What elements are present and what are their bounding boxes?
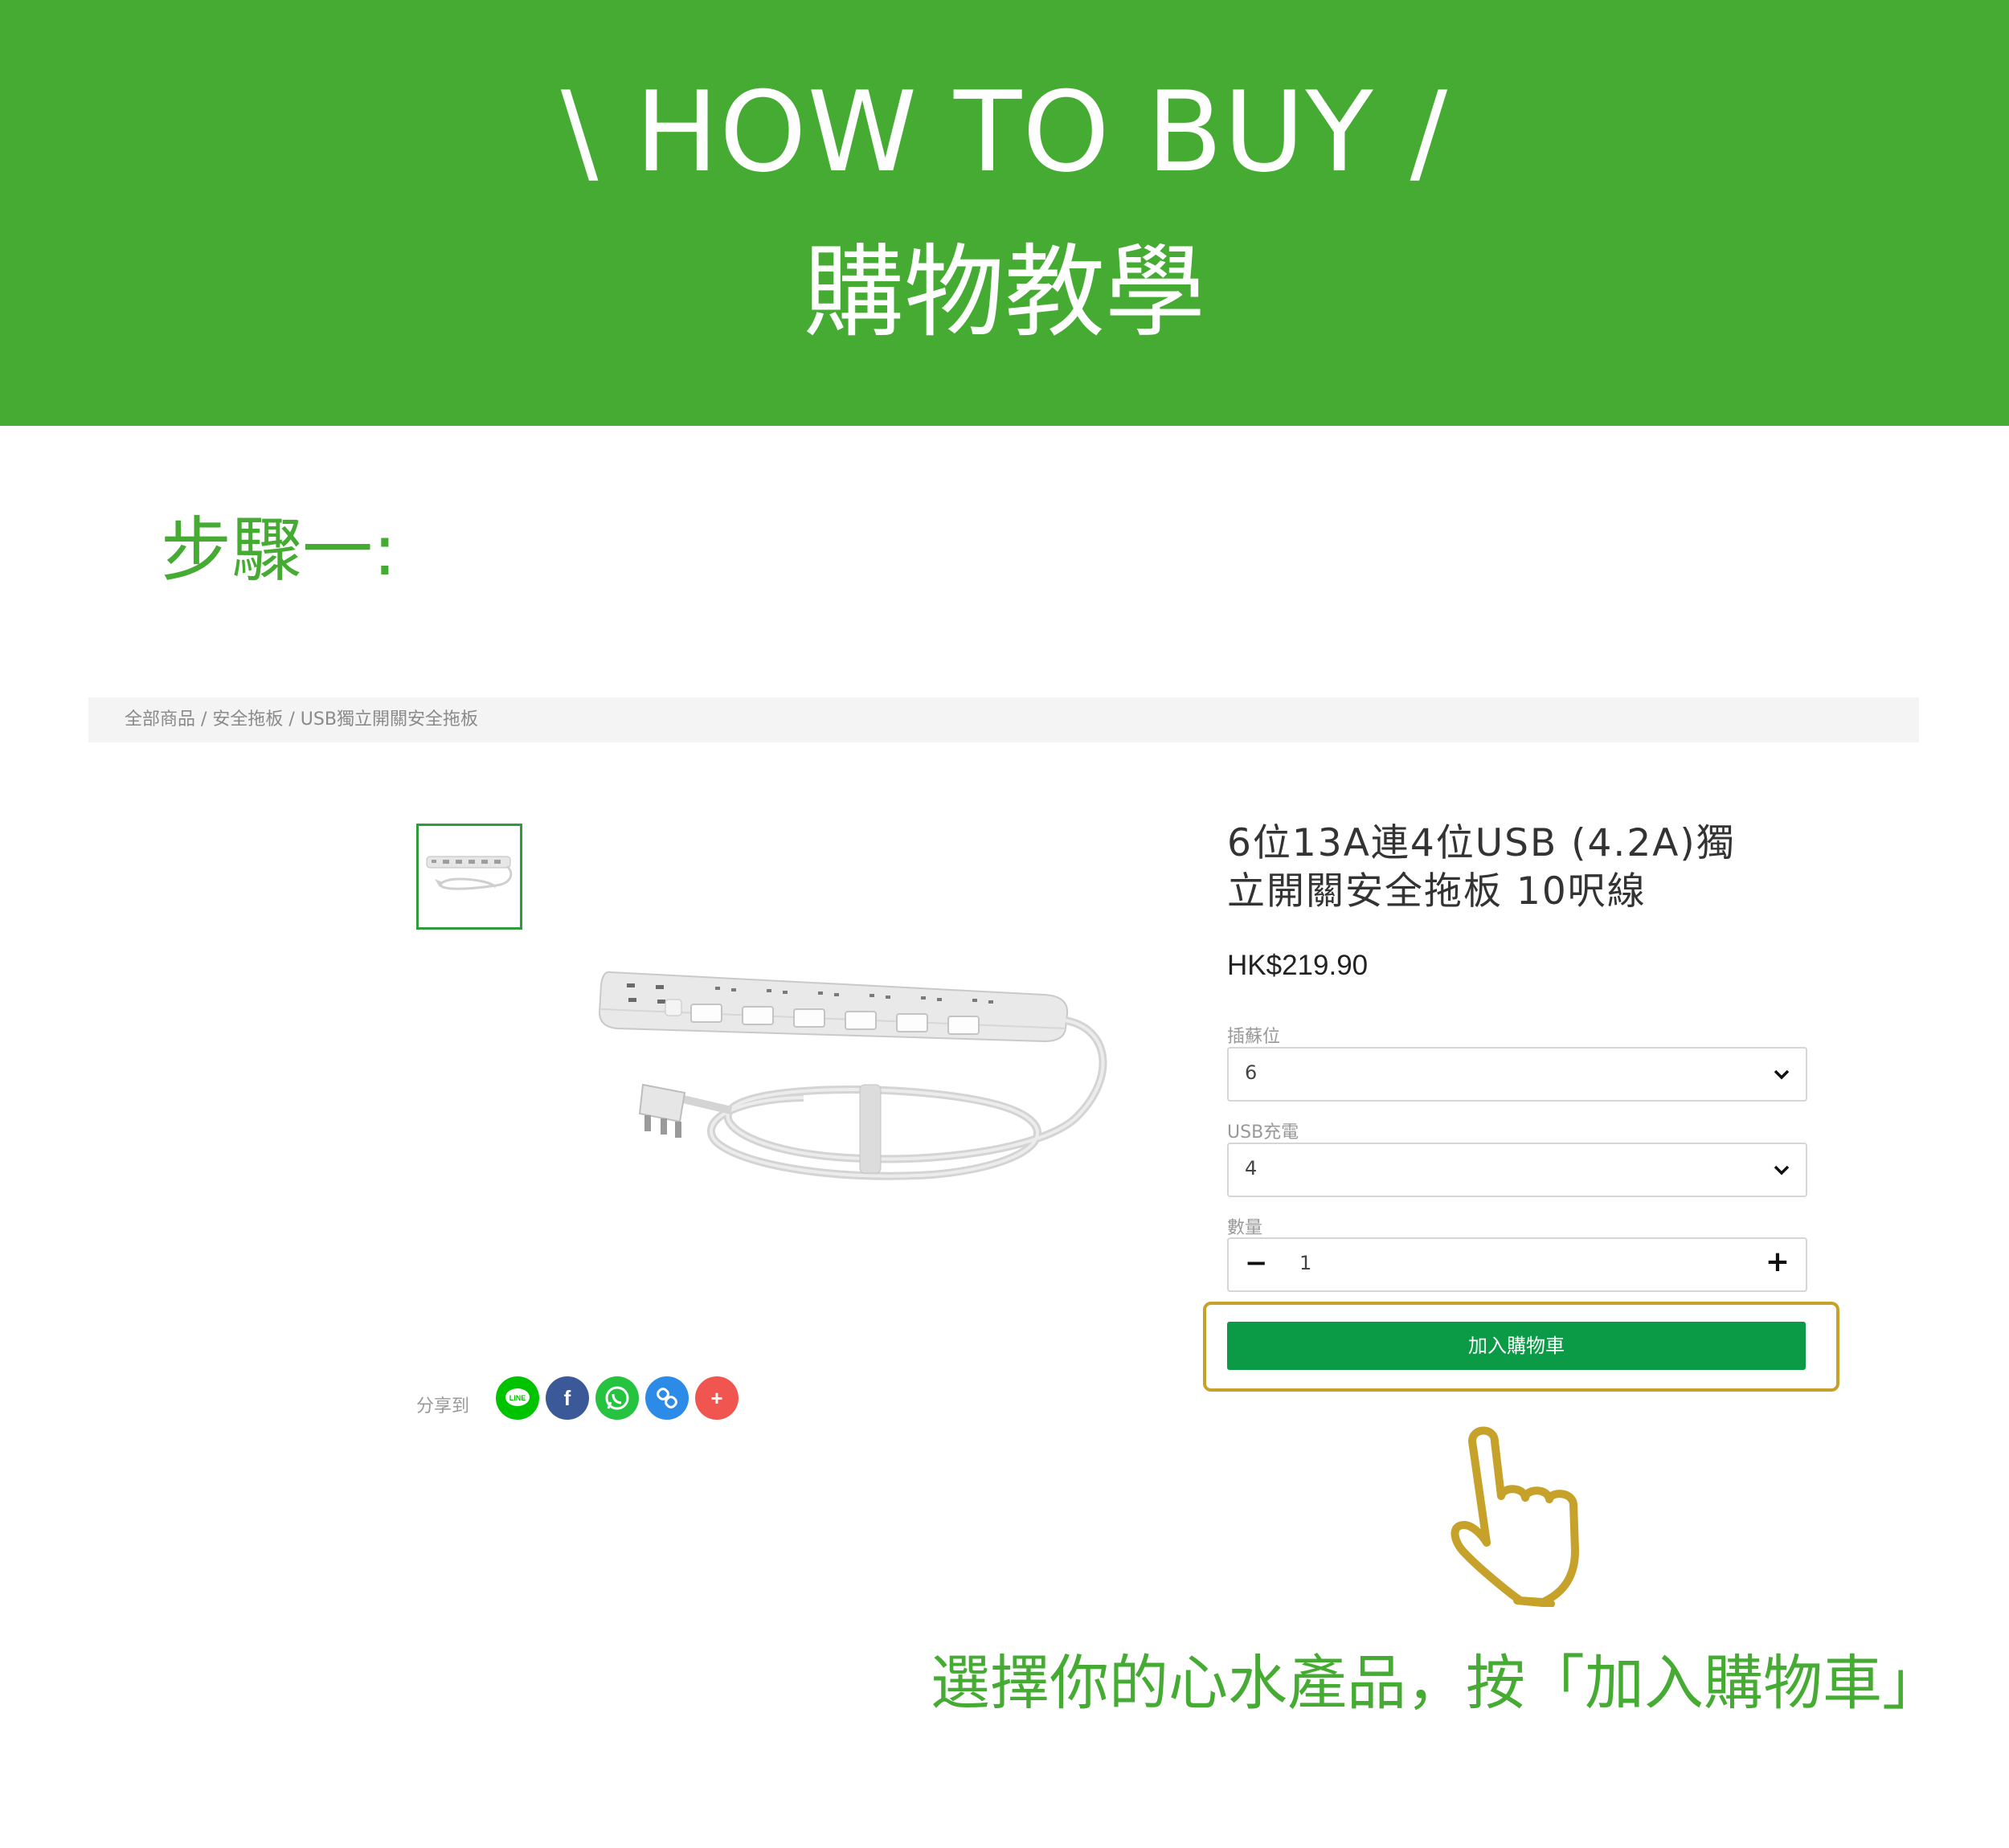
socket-option-value: 6	[1245, 1061, 1258, 1084]
socket-option-select[interactable]: 6	[1227, 1047, 1807, 1102]
chevron-down-icon	[1774, 1165, 1790, 1175]
step-label: 步驟一:	[161, 509, 397, 591]
instruction-caption: 選擇你的心水產品，按「加入購物車」	[931, 1649, 1941, 1718]
whatsapp-share-icon[interactable]	[595, 1376, 639, 1420]
usb-option-select[interactable]: 4	[1227, 1143, 1807, 1197]
title-english: \ HOW TO BUY /	[560, 67, 1449, 197]
more-share-icon[interactable]: +	[695, 1376, 739, 1420]
breadcrumb: 全部商品 / 安全拖板 / USB獨立開關安全拖板	[88, 697, 1919, 742]
increase-quantity-button[interactable]: +	[1766, 1245, 1790, 1278]
breadcrumb-text[interactable]: 全部商品 / 安全拖板 / USB獨立開關安全拖板	[125, 707, 478, 733]
svg-text:LINE: LINE	[509, 1394, 526, 1402]
product-title-line1: 6位13A連4位USB (4.2A)獨	[1227, 821, 1736, 865]
title-chinese: 購物教學	[804, 235, 1205, 351]
facebook-share-icon[interactable]: f	[546, 1376, 589, 1420]
quantity-value[interactable]: 1	[1299, 1252, 1311, 1274]
share-label: 分享到	[416, 1396, 470, 1417]
plus-icon: +	[710, 1386, 723, 1410]
add-to-cart-button[interactable]: 加入購物車	[1227, 1322, 1806, 1370]
quantity-stepper: − 1 +	[1227, 1237, 1807, 1292]
quantity-label: 數量	[1227, 1218, 1263, 1238]
socket-option-label: 插蘇位	[1227, 1027, 1281, 1047]
pointing-hand-icon	[1450, 1426, 1579, 1607]
usb-option-label: USB充電	[1227, 1122, 1299, 1143]
copy-link-icon	[657, 1388, 677, 1408]
power-strip-thumbnail-image	[426, 856, 513, 890]
product-title: 6位13A連4位USB (4.2A)獨 立開關安全拖板 10呎線	[1227, 820, 1790, 916]
facebook-icon: f	[563, 1386, 571, 1410]
header-banner: \ HOW TO BUY / 購物教學	[0, 0, 2009, 426]
chevron-down-icon	[1774, 1069, 1790, 1080]
whatsapp-icon	[605, 1386, 629, 1410]
product-thumbnail[interactable]	[416, 824, 522, 930]
line-share-icon[interactable]: LINE	[496, 1376, 539, 1420]
decrease-quantity-button[interactable]: −	[1245, 1247, 1268, 1279]
usb-option-value: 4	[1245, 1157, 1258, 1180]
product-title-line2: 立開關安全拖板 10呎線	[1227, 869, 1647, 914]
product-price: HK$219.90	[1227, 950, 1369, 981]
power-strip-product-image	[598, 971, 1107, 1180]
copy-link-share-icon[interactable]	[645, 1376, 689, 1420]
line-icon: LINE	[505, 1388, 530, 1406]
